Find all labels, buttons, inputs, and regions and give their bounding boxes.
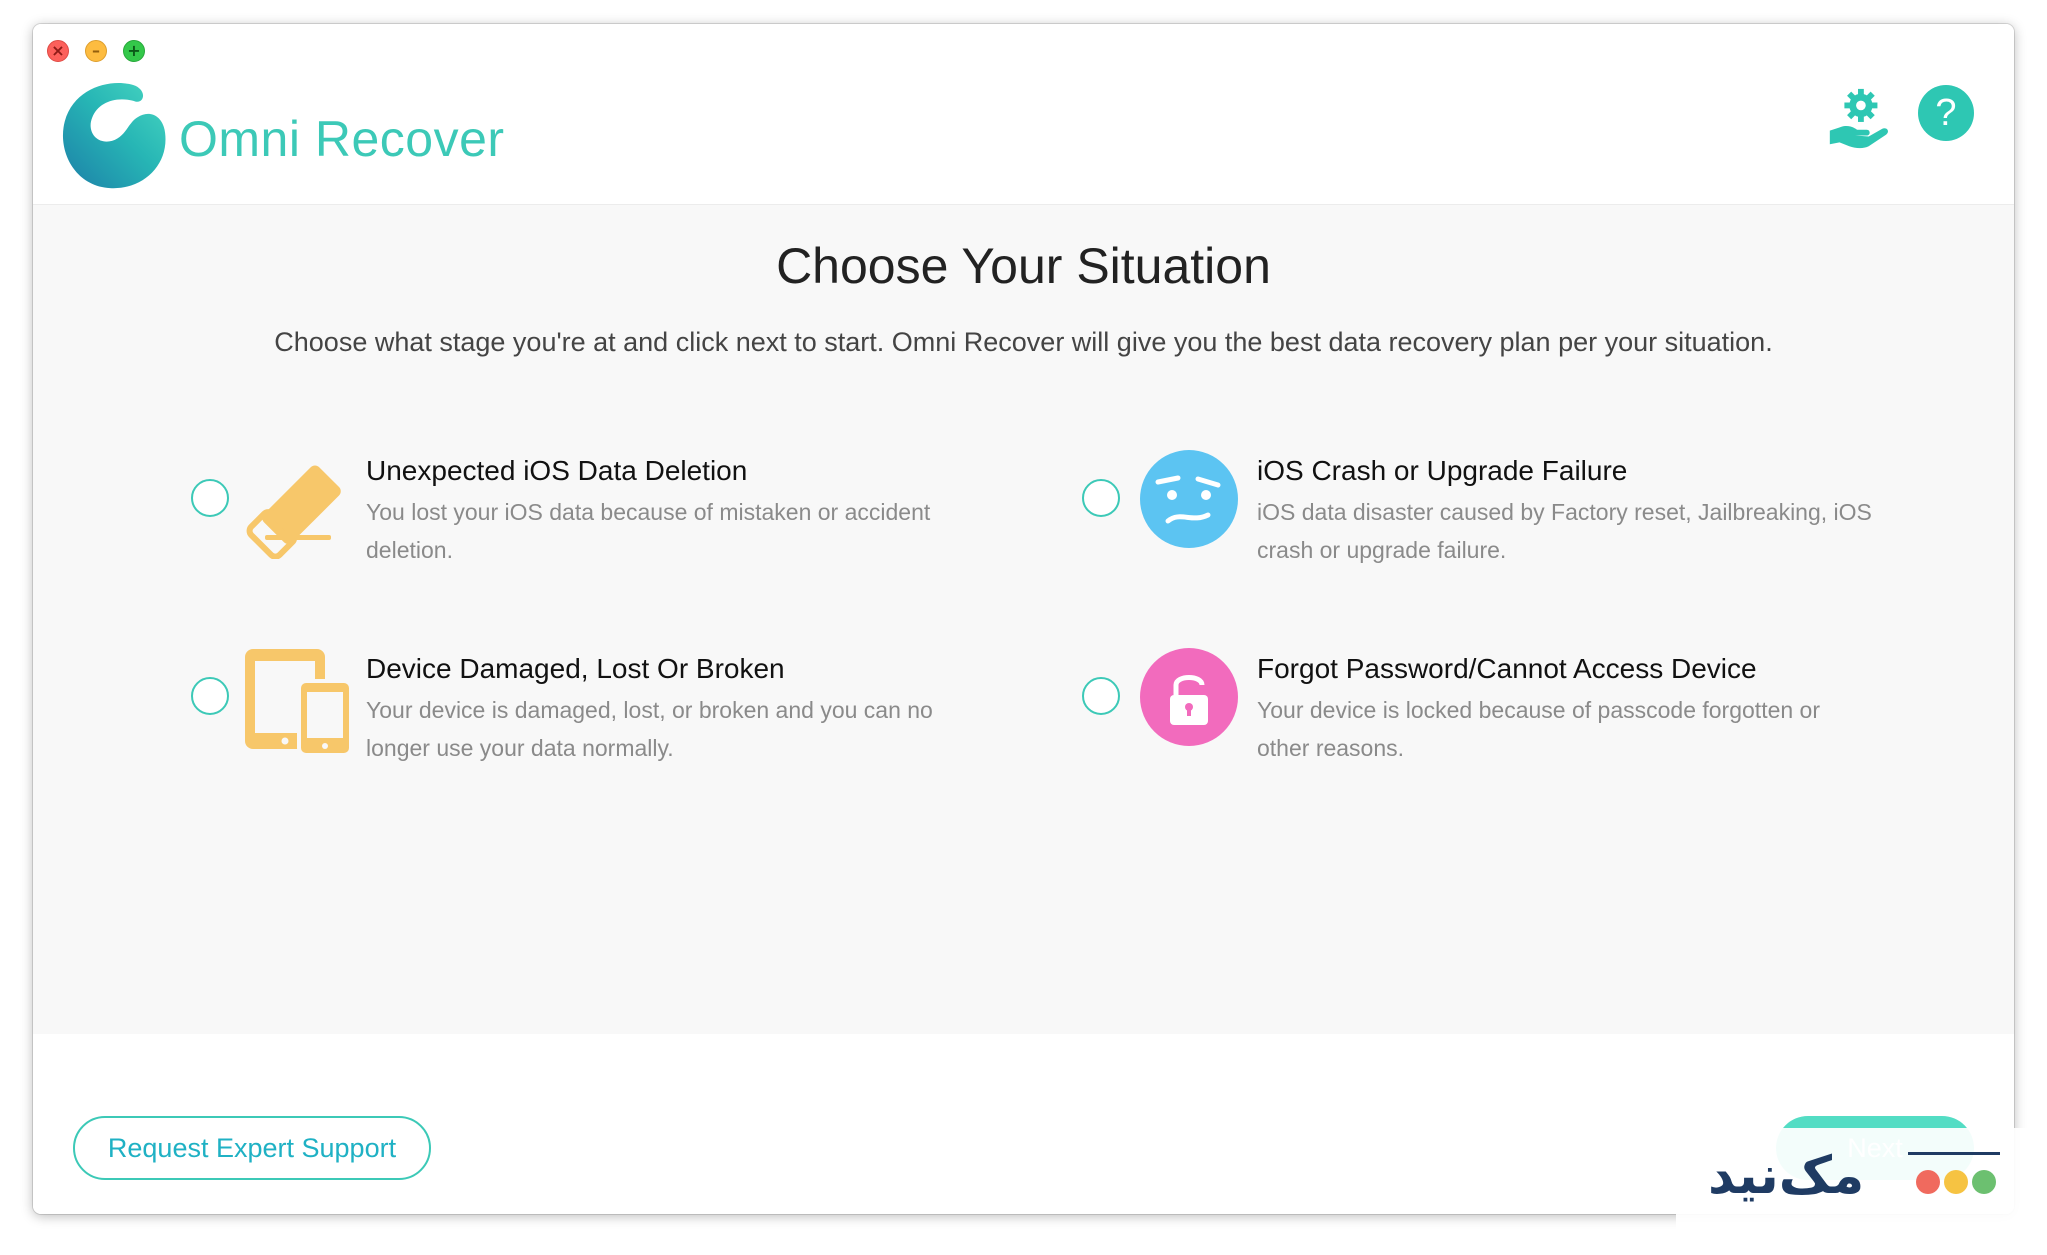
option-title: Forgot Password/Cannot Access Device — [1257, 653, 1757, 684]
gear-hand-icon[interactable] — [1824, 86, 1892, 154]
watermark-dot-green — [1972, 1170, 1996, 1194]
page-title: Choose Your Situation — [776, 238, 1271, 294]
help-icon[interactable]: ? — [1918, 85, 1974, 141]
confused-face-icon — [1140, 450, 1238, 548]
option-data-deletion[interactable]: Unexpected iOS Data Deletion You lost yo… — [191, 449, 1051, 579]
option-title: Device Damaged, Lost Or Broken — [366, 653, 785, 684]
main-content: Choose Your Situation Choose what stage … — [33, 204, 2014, 1034]
window-controls: × – + — [47, 40, 145, 62]
close-icon[interactable]: × — [47, 40, 69, 62]
devices-icon — [245, 649, 353, 757]
option-forgot-password[interactable]: Forgot Password/Cannot Access Device You… — [1082, 647, 1942, 777]
app-window: × – + Omni Recover ? Choose Your Situati… — [33, 24, 2014, 1214]
option-title: iOS Crash or Upgrade Failure — [1257, 455, 1628, 486]
maximize-icon[interactable]: + — [123, 40, 145, 62]
option-description: Your device is locked because of passcod… — [1257, 697, 1821, 761]
watermark-bar — [1908, 1152, 2000, 1155]
watermark-dot-yellow — [1944, 1170, 1968, 1194]
minimize-icon[interactable]: – — [85, 40, 107, 62]
eraser-icon — [246, 465, 341, 559]
radio-device-damaged[interactable] — [191, 677, 229, 715]
option-description: Your device is damaged, lost, or broken … — [366, 697, 933, 761]
option-device-damaged[interactable]: Device Damaged, Lost Or Broken Your devi… — [191, 647, 1051, 777]
option-description: You lost your iOS data because of mistak… — [366, 499, 931, 563]
watermark-dot-red — [1916, 1170, 1940, 1194]
radio-forgot-password[interactable] — [1082, 677, 1120, 715]
header: × – + Omni Recover ? — [33, 24, 2014, 204]
option-ios-crash[interactable]: iOS Crash or Upgrade Failure iOS data di… — [1082, 449, 1942, 579]
page-subtitle: Choose what stage you're at and click ne… — [274, 327, 1773, 357]
omni-recover-logo-icon — [62, 83, 166, 189]
radio-ios-crash[interactable] — [1082, 479, 1120, 517]
request-expert-support-button[interactable]: Request Expert Support — [73, 1116, 431, 1180]
watermark: مک‌نید — [1676, 1128, 2033, 1240]
option-description: iOS data disaster caused by Factory rese… — [1257, 499, 1872, 563]
radio-data-deletion[interactable] — [191, 479, 229, 517]
app-name: Omni Recover — [179, 111, 505, 167]
watermark-text: مک‌نید — [1708, 1146, 1865, 1206]
option-title: Unexpected iOS Data Deletion — [366, 455, 748, 486]
lock-icon — [1140, 648, 1238, 746]
